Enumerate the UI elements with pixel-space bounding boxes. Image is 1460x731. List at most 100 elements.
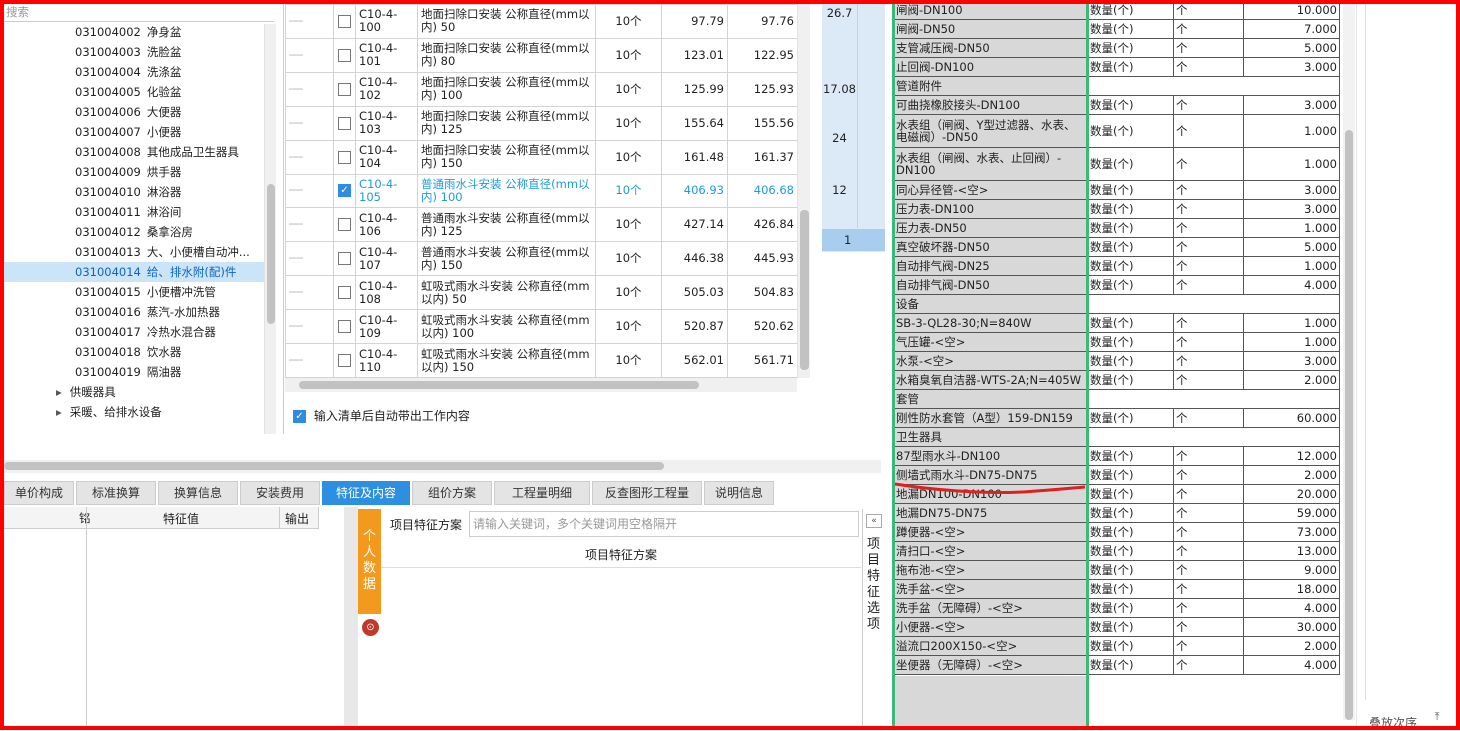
quota-scrollbar[interactable] (797, 4, 810, 378)
boq-row[interactable]: 洗手盆（无障碍）-<空> 数量(个) 个 4.000 (893, 598, 1340, 618)
tab[interactable]: 安装费用 (240, 481, 320, 505)
quota-hscroll-thumb[interactable] (299, 381, 699, 389)
tab[interactable]: 标准换算 (76, 481, 156, 505)
checkbox-cell[interactable] (333, 4, 356, 39)
boq-row[interactable]: 地漏DN75-DN75 数量(个) 个 59.000 (893, 503, 1340, 523)
splitter[interactable] (283, 0, 284, 434)
tree-item[interactable]: 031004017 冷热水混合器 (4, 322, 264, 342)
quota-row[interactable]: ── C10-4-107 普通雨水斗安装 公称直径(mm以内) 150 10个 446.… (285, 241, 798, 277)
boq-row[interactable]: 蹲便器-<空> 数量(个) 个 73.000 (893, 522, 1340, 542)
main-hscroll[interactable] (4, 460, 881, 473)
checkbox-cell[interactable] (333, 207, 356, 243)
tree-item[interactable]: 031004019 隔油器 (4, 362, 264, 382)
boq-row[interactable]: 压力表-DN100 数量(个) 个 3.000 (893, 199, 1340, 219)
auto-content-checkbox[interactable]: ✓ (293, 410, 306, 423)
tree-item[interactable]: 031004003 洗脸盆 (4, 42, 264, 62)
boq-row[interactable]: 同心异径管-<空> 数量(个) 个 3.000 (893, 180, 1340, 200)
quota-row[interactable]: ── C10-4-101 地面扫除口安装 公称直径(mm以内) 80 10个 123.0… (285, 37, 798, 73)
tree-search-input[interactable]: 搜索 (4, 4, 274, 22)
boq-row[interactable]: 自动排气阀-DN25 数量(个) 个 1.000 (893, 256, 1340, 276)
row-checkbox[interactable] (338, 150, 351, 164)
boq-row[interactable]: 水表组（闸阀、水表、止回阀）-DN100 数量(个) 个 1.000 (893, 147, 1340, 181)
tab[interactable]: 单价构成 (4, 481, 74, 505)
boq-row[interactable]: 自动排气阀-DN50 数量(个) 个 4.000 (893, 275, 1340, 295)
row-checkbox[interactable] (338, 320, 351, 334)
tree-scrollbar-thumb[interactable] (267, 184, 275, 324)
row-checkbox[interactable] (338, 218, 351, 232)
boq-row[interactable]: SB-3-QL28-30;N=840W 数量(个) 个 1.000 (893, 313, 1340, 333)
row-checkbox[interactable] (338, 286, 351, 300)
tree-item[interactable]: 031004011 淋浴间 (4, 202, 264, 222)
boq-row[interactable]: 洗手盆-<空> 数量(个) 个 18.000 (893, 579, 1340, 599)
scheme-search-input[interactable]: 请输入关键词，多个关键词用空格隔开 (469, 511, 859, 537)
tree-item[interactable]: 031004008 其他成品卫生器具 (4, 142, 264, 162)
boq-row[interactable]: 水箱臭氧自洁器-WTS-2A;N=405W 数量(个) 个 2.000 (893, 370, 1340, 390)
boq-row[interactable]: 设备 (893, 294, 1340, 314)
row-checkbox[interactable] (338, 116, 351, 130)
tree-item[interactable]: 031004004 洗涤盆 (4, 62, 264, 82)
row-checkbox[interactable] (338, 354, 351, 368)
tree-item[interactable]: 031004007 小便器 (4, 122, 264, 142)
boq-row[interactable]: 刚性防水套管（A型）159-DN159 数量(个) 个 60.000 (893, 408, 1340, 428)
quota-row[interactable]: ── C10-4-103 地面扫除口安装 公称直径(mm以内) 125 10个 155.… (285, 105, 798, 141)
quota-row[interactable]: ── C10-4-106 普通雨水斗安装 公称直径(mm以内) 125 10个 427.… (285, 207, 798, 243)
boq-row[interactable]: 卫生器具 (893, 427, 1340, 447)
tree-group[interactable]: 采暖、给排水设备 (4, 402, 264, 422)
checkbox-cell[interactable] (333, 241, 356, 277)
tab[interactable]: 工程量明细 (494, 481, 590, 505)
boq-row[interactable]: 止回阀-DN100 数量(个) 个 3.000 (893, 57, 1340, 77)
tree-group[interactable]: 供暖器具 (4, 382, 264, 402)
tree-item[interactable]: 031004006 大便器 (4, 102, 264, 122)
row-checkbox[interactable] (338, 48, 351, 62)
quota-hscroll[interactable] (285, 378, 797, 392)
tree-item[interactable]: 031004012 桑拿浴房 (4, 222, 264, 242)
tab[interactable]: 说明信息 (704, 481, 774, 505)
stack-order-label[interactable]: 叠放次序 (1369, 714, 1417, 731)
boq-row[interactable]: 拖布池-<空> 数量(个) 个 9.000 (893, 560, 1340, 580)
boq-row[interactable]: 可曲挠橡胶接头-DN100 数量(个) 个 3.000 (893, 95, 1340, 115)
tree-item[interactable]: 031004009 烘手器 (4, 162, 264, 182)
boq-row[interactable]: 支管减压阀-DN50 数量(个) 个 5.000 (893, 38, 1340, 58)
checkbox-cell[interactable] (333, 139, 356, 175)
tab[interactable]: 特征及内容 (322, 481, 410, 505)
boq-row[interactable]: 气压罐-<空> 数量(个) 个 1.000 (893, 332, 1340, 352)
tree-item[interactable]: 031004005 化验盆 (4, 82, 264, 102)
boq-row[interactable]: 套管 (893, 389, 1340, 409)
checkbox-cell[interactable]: ✓ (333, 173, 356, 209)
quota-row[interactable]: ── C10-4-109 虹吸式雨水斗安装 公称直径(mm以内) 100 10个 520… (285, 309, 798, 345)
checkbox-cell[interactable] (333, 37, 356, 73)
boq-row[interactable]: 管道附件 (893, 76, 1340, 96)
boq-row[interactable]: 闸阀-DN100 数量(个) 个 10.000 (893, 0, 1340, 20)
tree-item[interactable]: 031004002 净身盆 (4, 22, 264, 42)
tab[interactable]: 反查图形工程量 (592, 481, 702, 505)
main-hscroll-thumb[interactable] (4, 462, 664, 470)
checkbox-cell[interactable] (333, 343, 356, 378)
row-checkbox[interactable] (338, 252, 351, 266)
quota-scrollbar-thumb[interactable] (800, 210, 809, 370)
boq-row[interactable]: 闸阀-DN50 数量(个) 个 7.000 (893, 19, 1340, 39)
boq-row[interactable]: 溢流口200X150-<空> 数量(个) 个 2.000 (893, 636, 1340, 656)
tree-item[interactable]: 031004016 蒸汽-水加热器 (4, 302, 264, 322)
auto-content-checkbox-row[interactable]: ✓ 输入清单后自动带出工作内容 (293, 406, 470, 426)
checkbox-cell[interactable] (333, 275, 356, 311)
quota-row[interactable]: ── C10-4-108 虹吸式雨水斗安装 公称直径(mm以内) 50 10个 505.… (285, 275, 798, 311)
checkbox-cell[interactable] (333, 105, 356, 141)
tree-item[interactable]: 031004014 给、排水附(配)件 (4, 262, 264, 282)
boq-row[interactable]: 水泵-<空> 数量(个) 个 3.000 (893, 351, 1340, 371)
quota-row[interactable]: ── C10-4-110 虹吸式雨水斗安装 公称直径(mm以内) 150 10个 562… (285, 343, 798, 378)
row-checkbox[interactable]: ✓ (338, 184, 351, 198)
quota-row[interactable]: ── C10-4-104 地面扫除口安装 公称直径(mm以内) 150 10个 161.… (285, 139, 798, 175)
boq-row[interactable]: 87型雨水斗-DN100 数量(个) 个 12.000 (893, 446, 1340, 466)
personal-data-tab[interactable]: 个人数据 (358, 509, 381, 614)
tab[interactable]: 组价方案 (412, 481, 492, 505)
row-checkbox[interactable] (338, 14, 351, 28)
collapse-icon[interactable]: « (866, 514, 882, 528)
tree-item[interactable]: 031004013 大、小便槽自动冲... (4, 242, 264, 262)
boq-row[interactable]: 清扫口-<空> 数量(个) 个 13.000 (893, 541, 1340, 561)
boq-row[interactable]: 小便器-<空> 数量(个) 个 30.000 (893, 617, 1340, 637)
boq-scrollbar[interactable] (1343, 0, 1355, 720)
row-checkbox[interactable] (338, 82, 351, 96)
tab[interactable]: 换算信息 (158, 481, 238, 505)
boq-scrollbar-thumb[interactable] (1345, 130, 1353, 720)
tree-item[interactable]: 031004018 饮水器 (4, 342, 264, 362)
